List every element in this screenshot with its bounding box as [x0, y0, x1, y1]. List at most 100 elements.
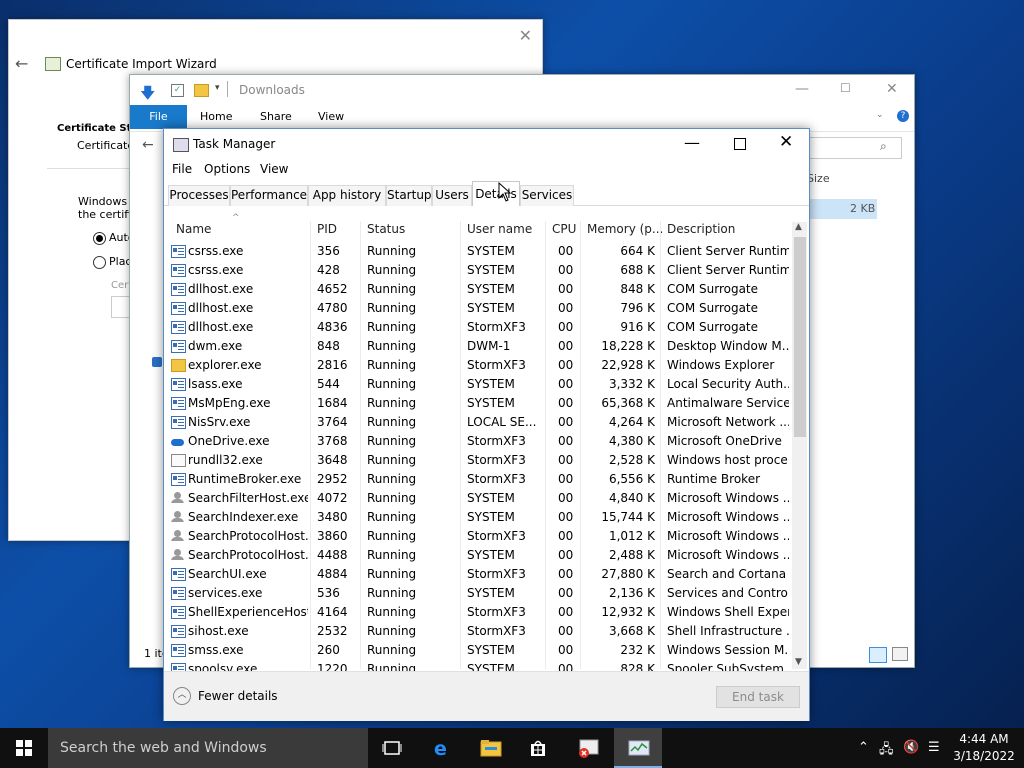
action-center-icon[interactable]: ☰: [928, 740, 940, 755]
quick-access-dropdown-icon[interactable]: ▾: [215, 83, 220, 93]
end-task-button[interactable]: End task: [716, 686, 800, 708]
network-icon[interactable]: 🖧: [879, 740, 894, 762]
back-arrow-icon[interactable]: ←: [15, 54, 28, 73]
large-icons-view-icon[interactable]: [892, 647, 908, 661]
table-row[interactable]: RuntimeBroker.exe 2952 Running StormXF3 00 6,…: [164, 470, 792, 489]
size-column-header[interactable]: Size: [807, 172, 830, 185]
minimize-icon[interactable]: —: [795, 81, 809, 97]
menu-file[interactable]: File: [172, 162, 192, 176]
minimize-icon[interactable]: —: [684, 133, 700, 152]
scrollbar-thumb[interactable]: [794, 237, 806, 437]
cell-status: Running: [367, 605, 417, 619]
process-user-icon: [171, 530, 184, 541]
cell-mem: 3,332 K: [608, 377, 655, 391]
ribbon-tab-share[interactable]: Share: [260, 105, 292, 129]
tab-app-history[interactable]: App history: [308, 185, 386, 206]
cell-name: RuntimeBroker.exe: [188, 472, 302, 486]
maximize-icon[interactable]: [734, 138, 746, 150]
clock-date[interactable]: 3/18/2022: [952, 749, 1016, 763]
tab-users[interactable]: Users: [432, 185, 472, 206]
cell-status: Running: [367, 415, 417, 429]
file-explorer-icon[interactable]: [480, 738, 502, 758]
table-row[interactable]: smss.exe 260 Running SYSTEM 00 232 K Windows S…: [164, 641, 792, 660]
volume-muted-icon[interactable]: 🔇: [903, 740, 919, 755]
ribbon-tab-file[interactable]: File: [130, 105, 187, 129]
store-icon[interactable]: [528, 738, 548, 758]
table-row[interactable]: dllhost.exe 4780 Running SYSTEM 00 796 K COM S…: [164, 299, 792, 318]
table-row[interactable]: explorer.exe 2816 Running StormXF3 00 22,928 …: [164, 356, 792, 375]
table-row[interactable]: lsass.exe 544 Running SYSTEM 00 3,332 K Local …: [164, 375, 792, 394]
table-row[interactable]: OneDrive.exe 3768 Running StormXF3 00 4,380 K…: [164, 432, 792, 451]
table-row[interactable]: SearchFilterHost.exe 4072 Running SYSTEM 00 4…: [164, 489, 792, 508]
close-icon[interactable]: ✕: [779, 132, 793, 152]
tab-processes[interactable]: Processes: [168, 185, 230, 206]
tab-details[interactable]: Details: [472, 181, 520, 206]
details-view-icon[interactable]: [869, 647, 887, 663]
column-header-memory[interactable]: Memory (p...: [587, 222, 663, 236]
windows-start-icon[interactable]: [16, 740, 32, 756]
properties-check-icon[interactable]: ✓: [171, 84, 184, 97]
tab-performance[interactable]: Performance: [230, 185, 308, 206]
maximize-icon[interactable]: ☐: [840, 81, 851, 95]
menu-view[interactable]: View: [260, 162, 288, 176]
table-row[interactable]: csrss.exe 356 Running SYSTEM 00 664 K Client S…: [164, 242, 792, 261]
search-icon[interactable]: ⌕: [880, 139, 887, 154]
help-icon[interactable]: ?: [897, 110, 909, 122]
search-downloads-input[interactable]: [808, 137, 902, 159]
table-row[interactable]: SearchUI.exe 4884 Running StormXF3 00 27,880 …: [164, 565, 792, 584]
column-header-status[interactable]: Status: [367, 222, 405, 236]
cell-user: SYSTEM: [467, 301, 515, 315]
close-icon[interactable]: ✕: [519, 26, 532, 45]
back-arrow-icon[interactable]: ←: [142, 137, 154, 153]
cell-user: StormXF3: [467, 320, 526, 334]
cell-desc: Client Server Runtim...: [667, 263, 789, 277]
table-row[interactable]: SearchProtocolHost.... 4488 Running SYSTEM 0…: [164, 546, 792, 565]
column-header-user-name[interactable]: User name: [467, 222, 532, 236]
place-in-store-radio[interactable]: [93, 256, 106, 269]
certificate-manager-icon[interactable]: [578, 738, 599, 758]
close-icon[interactable]: ✕: [886, 81, 898, 97]
table-row[interactable]: ShellExperienceHost.... 4164 Running StormX…: [164, 603, 792, 622]
show-hidden-icons-icon[interactable]: ⌃: [858, 740, 869, 755]
table-row[interactable]: sihost.exe 2532 Running StormXF3 00 3,668 K Sh…: [164, 622, 792, 641]
table-row[interactable]: csrss.exe 428 Running SYSTEM 00 688 K Client S…: [164, 261, 792, 280]
task-view-icon[interactable]: [382, 738, 402, 758]
menu-options[interactable]: Options: [204, 162, 250, 176]
table-row[interactable]: MsMpEng.exe 1684 Running SYSTEM 00 65,368 K An…: [164, 394, 792, 413]
scroll-up-icon[interactable]: ▲: [795, 222, 802, 232]
clock-time[interactable]: 4:44 AM: [952, 732, 1016, 746]
svg-text:e: e: [434, 738, 447, 758]
table-row[interactable]: services.exe 536 Running SYSTEM 00 2,136 K Ser…: [164, 584, 792, 603]
ribbon-tab-view[interactable]: View: [318, 105, 344, 129]
tab-startup[interactable]: Startup: [386, 185, 432, 206]
column-header-description[interactable]: Description: [667, 222, 735, 236]
explorer-title: Downloads: [239, 83, 305, 97]
scroll-down-icon[interactable]: ▼: [795, 657, 802, 667]
table-row[interactable]: NisSrv.exe 3764 Running LOCAL SE... 00 4,264 …: [164, 413, 792, 432]
ribbon-tab-home[interactable]: Home: [200, 105, 232, 129]
column-header-pid[interactable]: PID: [317, 222, 337, 236]
taskbar-search-placeholder: Search the web and Windows: [60, 740, 267, 756]
table-row[interactable]: dllhost.exe 4836 Running StormXF3 00 916 K COM…: [164, 318, 792, 337]
chevron-up-icon[interactable]: ︿: [173, 687, 191, 705]
new-folder-icon[interactable]: [194, 84, 209, 97]
fewer-details-link[interactable]: Fewer details: [198, 689, 278, 703]
cell-pid: 2952: [317, 472, 348, 486]
cell-status: Running: [367, 396, 417, 410]
cell-desc: COM Surrogate: [667, 320, 759, 334]
cell-mem: 2,136 K: [608, 586, 655, 600]
cell-cpu: 00: [558, 510, 574, 524]
column-header-name[interactable]: Name: [176, 222, 211, 236]
table-row[interactable]: dwm.exe 848 Running DWM-1 00 18,228 K Desktop …: [164, 337, 792, 356]
table-row[interactable]: rundll32.exe 3648 Running StormXF3 00 2,528 K…: [164, 451, 792, 470]
cell-status: Running: [367, 377, 417, 391]
process-window-icon: [171, 321, 186, 334]
column-header-cpu[interactable]: CPU: [552, 222, 576, 236]
table-row[interactable]: SearchIndexer.exe 3480 Running SYSTEM 00 15,7…: [164, 508, 792, 527]
expand-ribbon-icon[interactable]: ⌄: [876, 110, 884, 120]
auto-select-store-radio[interactable]: [93, 232, 106, 245]
tab-services[interactable]: Services: [520, 185, 574, 206]
table-row[interactable]: SearchProtocolHost.... 3860 Running StormXF…: [164, 527, 792, 546]
edge-browser-icon[interactable]: e: [432, 738, 452, 760]
table-row[interactable]: dllhost.exe 4652 Running SYSTEM 00 848 K COM S…: [164, 280, 792, 299]
